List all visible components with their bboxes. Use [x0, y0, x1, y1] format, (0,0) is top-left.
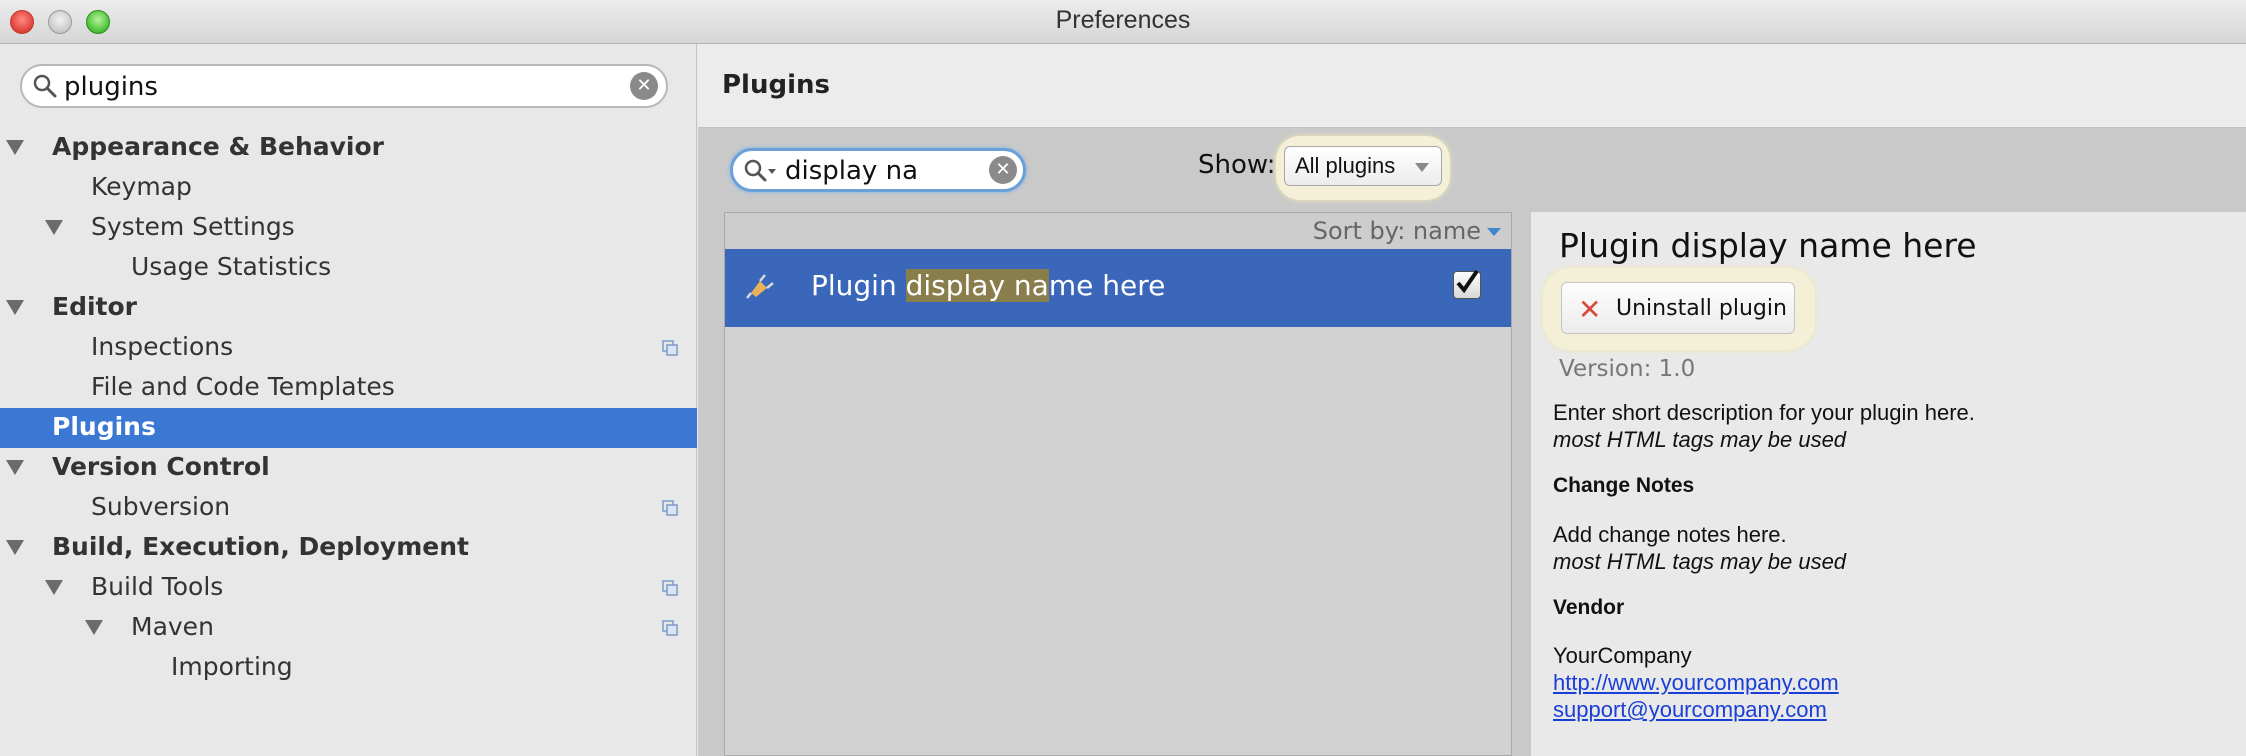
- expand-arrow-icon[interactable]: [6, 540, 24, 555]
- tree-item-inspections[interactable]: Inspections: [0, 328, 697, 368]
- plugin-detail-title: Plugin display name here: [1559, 226, 1977, 265]
- plugin-search-field[interactable]: display na ✕: [730, 148, 1026, 192]
- tree-item-label: Keymap: [91, 172, 192, 201]
- tree-item-label: Plugins: [52, 412, 156, 441]
- plugin-name: Plugin display name here: [811, 269, 1165, 302]
- list-item[interactable]: Plugin display name here: [725, 249, 1511, 327]
- tree-item-label: File and Code Templates: [91, 372, 395, 401]
- plugin-search-value[interactable]: display na: [785, 156, 918, 186]
- plugin-icon: [746, 274, 774, 299]
- vendor-heading: Vendor: [1553, 596, 1625, 619]
- tree-item-version-control[interactable]: Version Control: [0, 448, 697, 488]
- show-filter-dropdown[interactable]: All plugins: [1284, 146, 1442, 186]
- tree-item-appearance-behavior[interactable]: Appearance & Behavior: [0, 128, 697, 168]
- plugin-enabled-checkbox[interactable]: [1453, 269, 1481, 299]
- window-title: Preferences: [1055, 6, 1191, 34]
- tree-item-build-tools[interactable]: Build Tools: [0, 568, 697, 608]
- expand-arrow-icon[interactable]: [6, 300, 24, 315]
- tree-item-usage-statistics[interactable]: Usage Statistics: [0, 248, 697, 288]
- project-level-icon: [662, 340, 678, 356]
- tree-item-plugins[interactable]: Plugins: [0, 408, 697, 448]
- tree-item-importing[interactable]: Importing: [0, 648, 697, 688]
- page-title: Plugins: [722, 70, 830, 100]
- project-level-icon: [662, 620, 678, 636]
- tree-item-label: Subversion: [91, 492, 231, 521]
- vendor-email-link[interactable]: support@yourcompany.com: [1553, 697, 1827, 723]
- uninstall-label: Uninstall plugin: [1616, 296, 1787, 321]
- tree-item-editor[interactable]: Editor: [0, 288, 697, 328]
- uninstall-plugin-button[interactable]: ✕ Uninstall plugin: [1561, 282, 1795, 334]
- title-bar: Preferences: [0, 0, 2246, 44]
- tree-item-label: Appearance & Behavior: [52, 132, 384, 161]
- tree-item-label: Build, Execution, Deployment: [52, 532, 469, 561]
- sort-label[interactable]: Sort by: name: [1313, 217, 1481, 245]
- description-text: Enter short description for your plugin …: [1553, 400, 1975, 425]
- plugins-panel: Plugins display na ✕ Show: All plugins S…: [698, 44, 2246, 756]
- settings-search-value[interactable]: plugins: [64, 72, 158, 102]
- settings-sidebar: plugins ✕ Appearance & Behavior Keymap S…: [0, 44, 697, 756]
- sort-control[interactable]: Sort by: name: [725, 213, 1511, 249]
- clear-search-icon[interactable]: ✕: [989, 156, 1017, 184]
- project-level-icon: [662, 500, 678, 516]
- expand-arrow-icon[interactable]: [85, 620, 103, 635]
- tree-item-build-execution-deployment[interactable]: Build, Execution, Deployment: [0, 528, 697, 568]
- expand-arrow-icon[interactable]: [6, 460, 24, 475]
- show-filter-label: Show:: [1198, 150, 1276, 180]
- tree-item-label: Importing: [171, 652, 293, 681]
- plugin-list: Sort by: name Plugin display name here: [724, 212, 1512, 756]
- description-note: most HTML tags may be used: [1553, 427, 1847, 452]
- tree-item-label: Build Tools: [91, 572, 224, 601]
- close-icon: ✕: [1578, 293, 1602, 326]
- plugin-detail-pane: Plugin display name here ✕ Uninstall plu…: [1530, 212, 2246, 756]
- clear-search-icon[interactable]: ✕: [630, 72, 658, 100]
- change-notes-text: Add change notes here.: [1553, 522, 1787, 547]
- search-options-icon[interactable]: [743, 158, 779, 184]
- plugin-version: Version: 1.0: [1559, 356, 1696, 382]
- search-icon: [33, 74, 57, 98]
- tree-item-label: Inspections: [91, 332, 234, 361]
- tree-item-maven[interactable]: Maven: [0, 608, 697, 648]
- plugin-name-prefix: Plugin: [811, 269, 906, 302]
- expand-arrow-icon[interactable]: [6, 140, 24, 155]
- tree-item-label: System Settings: [91, 212, 295, 241]
- chevron-down-icon: [1415, 163, 1429, 172]
- tree-item-subversion[interactable]: Subversion: [0, 488, 697, 528]
- tree-item-label: Editor: [52, 292, 137, 321]
- tree-item-label: Maven: [131, 612, 214, 641]
- vendor-name: YourCompany: [1553, 643, 1692, 668]
- tree-item-keymap[interactable]: Keymap: [0, 168, 697, 208]
- chevron-down-icon[interactable]: [1487, 228, 1501, 236]
- settings-search-field[interactable]: plugins ✕: [20, 64, 668, 108]
- expand-arrow-icon[interactable]: [45, 580, 63, 595]
- search-match-highlight: display na: [905, 269, 1049, 302]
- tree-item-label: Version Control: [52, 452, 270, 481]
- tree-item-file-code-templates[interactable]: File and Code Templates: [0, 368, 697, 408]
- change-notes-heading: Change Notes: [1553, 474, 1695, 497]
- checkmark-icon: [1456, 269, 1479, 294]
- vendor-url-link[interactable]: http://www.yourcompany.com: [1553, 670, 1839, 696]
- change-notes-note: most HTML tags may be used: [1553, 549, 1847, 574]
- panel-header: Plugins: [698, 44, 2246, 128]
- tree-item-system-settings[interactable]: System Settings: [0, 208, 697, 248]
- tree-item-label: Usage Statistics: [131, 252, 332, 281]
- expand-arrow-icon[interactable]: [45, 220, 63, 235]
- show-filter-value: All plugins: [1295, 153, 1396, 178]
- project-level-icon: [662, 580, 678, 596]
- plugin-name-suffix: me here: [1048, 269, 1166, 302]
